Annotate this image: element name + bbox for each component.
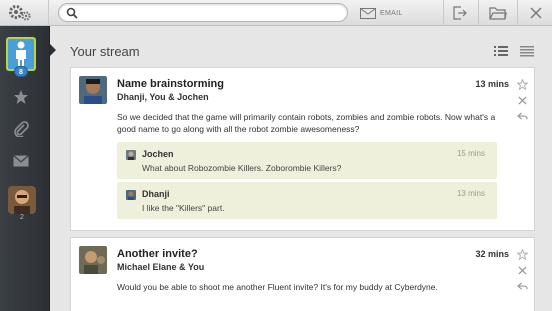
toolbar-divider [443,0,444,26]
list-view-icon[interactable] [494,45,508,57]
reply-comment: Jochen 15 mins What about Robozombie Kil… [117,142,497,179]
star-icon[interactable] [12,88,30,106]
author-avatar [79,246,107,274]
post-body: So we decided that the game will primari… [117,112,496,134]
search-input[interactable] [81,6,341,20]
reply-text: What about Robozombie Killers. Zoborombi… [142,163,342,173]
top-toolbar: EMAIL [0,0,552,26]
envelope-icon[interactable] [12,152,30,170]
post-participants: Dhanji, You & Jochen [117,92,209,102]
close-icon[interactable] [526,4,546,22]
settings-gear-icon[interactable] [8,4,34,22]
search-box[interactable] [58,3,348,22]
post-participants: Michael Elane & You [117,262,205,272]
logout-icon[interactable] [450,4,470,22]
reply-icon[interactable] [516,110,528,122]
reply-author[interactable]: Jochen [142,149,174,159]
reply-author[interactable]: Dhanji [142,189,170,199]
contact-count: 2 [20,214,24,221]
star-icon[interactable] [516,78,528,90]
star-icon[interactable] [516,248,528,260]
reply-icon[interactable] [516,280,528,292]
reply-timestamp: 15 mins [456,149,485,158]
reply-avatar [126,150,136,160]
stream-title: Your stream [70,44,140,59]
compact-view-icon[interactable] [520,45,534,57]
sidebar: 8 2 [0,26,50,311]
selection-pointer [50,44,56,56]
post-body: Would you be able to shoot me another Fl… [117,282,438,292]
paperclip-icon[interactable] [12,120,30,138]
folder-icon[interactable] [488,4,508,22]
notification-badge: 8 [14,66,28,77]
email-button-label: EMAIL [380,9,403,17]
person-icon [16,41,26,68]
contact-avatar[interactable] [8,186,36,214]
stream-post[interactable]: Another invite? Michael Elane & You 32 m… [70,237,535,311]
dismiss-icon[interactable] [516,264,528,276]
stream-post[interactable]: Name brainstorming Dhanji, You & Jochen … [70,67,535,231]
post-title[interactable]: Another invite? [117,248,198,260]
post-timestamp: 13 mins [475,79,509,89]
email-button[interactable]: EMAIL [360,4,403,22]
post-timestamp: 32 mins [475,249,509,259]
reply-avatar [126,190,136,200]
dismiss-icon[interactable] [516,94,528,106]
reply-comment: Dhanji 13 mins I like the "Killers" part… [117,182,497,219]
toolbar-divider [48,0,49,26]
toolbar-divider [478,0,479,26]
author-avatar [79,76,107,104]
envelope-icon [360,7,376,19]
search-icon [66,7,78,19]
toolbar-divider [517,0,518,26]
post-title[interactable]: Name brainstorming [117,78,224,90]
reply-text: I like the "Killers" part. [142,203,225,213]
reply-timestamp: 13 mins [456,189,485,198]
